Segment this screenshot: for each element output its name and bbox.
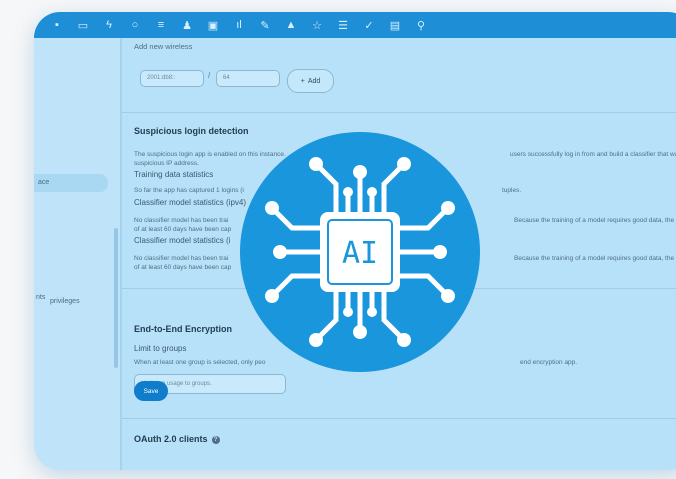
add-button[interactable]: + Add bbox=[287, 69, 334, 93]
add-button-label: Add bbox=[307, 77, 321, 85]
limit-groups-desc-right: end encryption app. bbox=[520, 359, 578, 366]
section-divider bbox=[122, 112, 676, 113]
plus-icon: + bbox=[300, 77, 305, 85]
training-heading: Training data statistics bbox=[134, 170, 214, 179]
sidebar-item-label: nts bbox=[36, 294, 46, 301]
settings-sidebar: ace nts privileges bbox=[34, 38, 122, 470]
suspicious-desc-right: users successfully log in from and build… bbox=[510, 151, 676, 158]
sidebar-item-sublabel: privileges bbox=[50, 298, 80, 305]
ai-chip-overlay: AI bbox=[240, 132, 480, 372]
e2e-title: End-to-End Encryption bbox=[134, 324, 232, 334]
app-icons-row: ▪ ▭ ϟ ○ ≡ ♟ ▣ ıl ✎ ▲ ☆ ☰ ✓ ▤ ⚲ bbox=[44, 16, 434, 34]
search-icon[interactable]: ○ bbox=[122, 16, 148, 34]
image-icon[interactable]: ▭ bbox=[70, 16, 96, 34]
sidebar-item-active[interactable]: ace bbox=[34, 174, 108, 192]
ipv6-heading: Classifier model statistics (i bbox=[134, 236, 231, 245]
save-button[interactable]: Save bbox=[134, 381, 168, 401]
limit-groups-heading: Limit to groups bbox=[134, 344, 187, 353]
ip-prefix-input[interactable]: 2001:db8:: bbox=[140, 70, 204, 87]
suspicious-desc-line2: suspicious IP address. bbox=[134, 160, 199, 167]
menu-icon[interactable]: ☰ bbox=[330, 16, 356, 34]
ai-chip-label: AI bbox=[342, 236, 378, 271]
sidebar-item-label: ace bbox=[38, 179, 50, 186]
ipv4-text-left: No classifier model has been trai bbox=[134, 217, 229, 224]
ipv6-text-left: No classifier model has been trai bbox=[134, 255, 229, 262]
table-icon[interactable]: ▤ bbox=[382, 16, 408, 34]
sidebar-scrollbar[interactable] bbox=[114, 228, 118, 368]
screenshot-card: ▪ ▭ ϟ ○ ≡ ♟ ▣ ıl ✎ ▲ ☆ ☰ ✓ ▤ ⚲ ace nts p… bbox=[34, 12, 676, 470]
slash-separator: / bbox=[208, 71, 211, 80]
location-icon[interactable]: ⚲ bbox=[408, 16, 434, 34]
calendar-icon[interactable]: ▣ bbox=[200, 16, 226, 34]
bolt-icon[interactable]: ϟ bbox=[96, 16, 122, 34]
help-icon[interactable]: ? bbox=[211, 435, 220, 444]
star-icon[interactable]: ☆ bbox=[304, 16, 330, 34]
oauth-title-label: OAuth 2.0 clients bbox=[134, 434, 208, 444]
ipv6-text-right: Because the training of a model requires… bbox=[514, 255, 676, 262]
mask-input[interactable]: 64 bbox=[216, 70, 280, 87]
oauth-title: OAuth 2.0 clients? bbox=[134, 434, 220, 444]
suspicious-login-title: Suspicious login detection bbox=[134, 126, 249, 136]
chart-icon[interactable]: ıl bbox=[226, 16, 252, 34]
ipv6-text-line2: of at least 60 days have been cap bbox=[134, 264, 232, 271]
training-text-right: tuples. bbox=[502, 187, 522, 194]
pencil-icon[interactable]: ✎ bbox=[252, 16, 278, 34]
list-icon[interactable]: ≡ bbox=[148, 16, 174, 34]
ipv4-text-right: Because the training of a model requires… bbox=[514, 217, 676, 224]
lock-icon[interactable]: ▲ bbox=[278, 16, 304, 34]
wireless-label: Add new wireless bbox=[134, 42, 193, 51]
training-text-left: So far the app has captured 1 logins (i bbox=[134, 187, 244, 194]
top-navigation-bar: ▪ ▭ ϟ ○ ≡ ♟ ▣ ıl ✎ ▲ ☆ ☰ ✓ ▤ ⚲ bbox=[34, 12, 676, 38]
ai-chip-icon: AI bbox=[265, 157, 455, 347]
sidebar-item-privileges[interactable]: nts privileges bbox=[34, 294, 114, 308]
people-icon[interactable]: ♟ bbox=[174, 16, 200, 34]
ipv4-text-line2: of at least 60 days have been cap bbox=[134, 226, 232, 233]
check-icon[interactable]: ✓ bbox=[356, 16, 382, 34]
app-icon[interactable]: ▪ bbox=[44, 16, 70, 34]
ipv4-heading: Classifier model statistics (ipv4) bbox=[134, 198, 247, 207]
section-divider bbox=[122, 418, 676, 419]
